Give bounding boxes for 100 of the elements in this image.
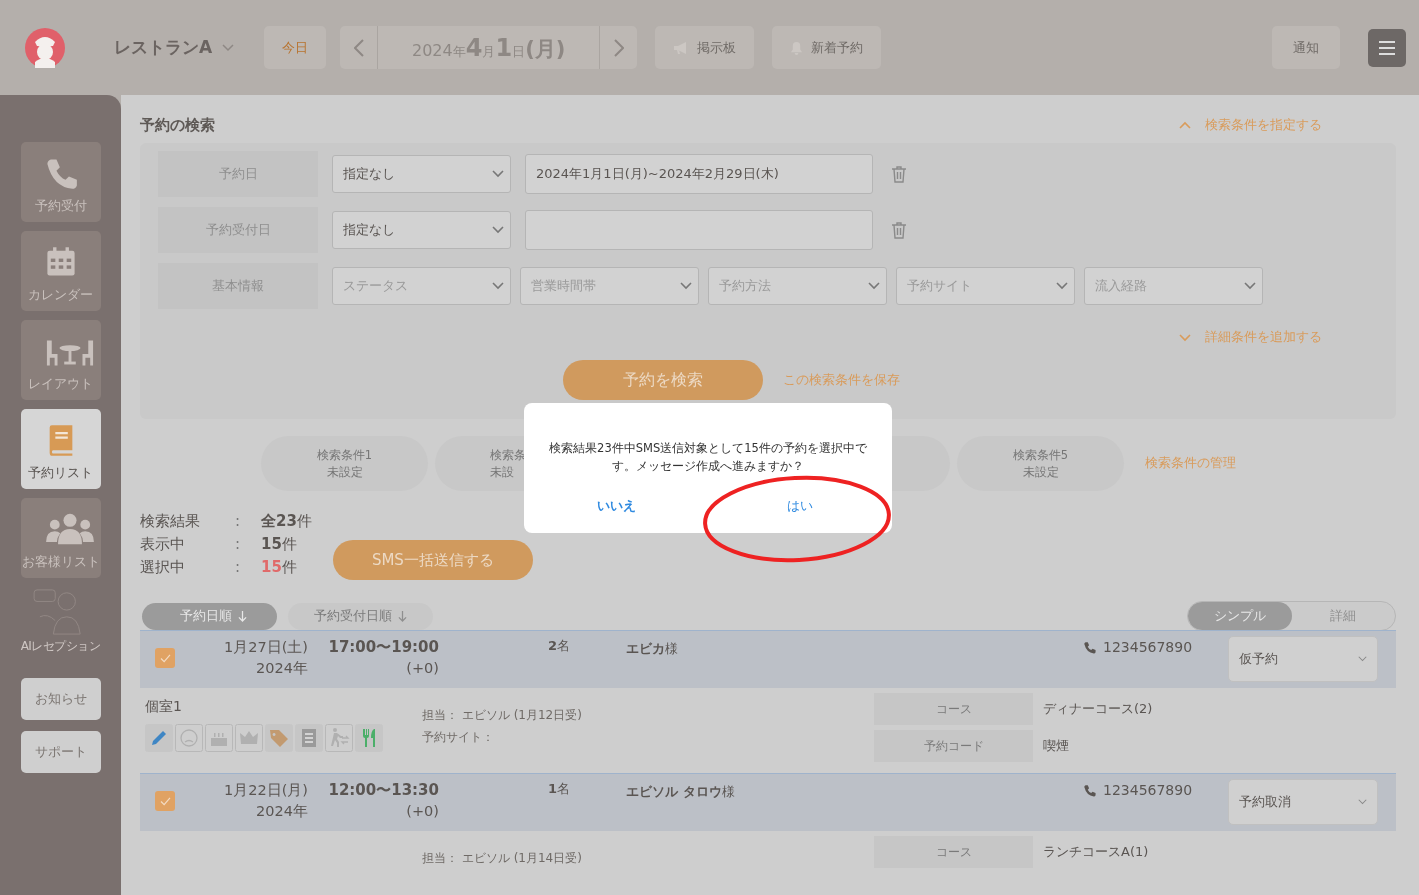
face-icon[interactable] bbox=[175, 724, 203, 752]
select-field[interactable]: 指定なし bbox=[332, 155, 511, 193]
separator-text: : bbox=[235, 534, 242, 555]
saved-search-slot[interactable]: 検索条件1 未設定 bbox=[261, 436, 428, 491]
saved-search-slot[interactable]: 検索条件5 未設定 bbox=[957, 436, 1124, 491]
section-title: 予約の検索 bbox=[140, 115, 215, 135]
sidebar-item[interactable]: 予約受付 bbox=[20, 142, 101, 222]
caret-down-icon bbox=[868, 282, 880, 290]
date-text: 1月27日(土) bbox=[224, 638, 308, 657]
detail-label: コース bbox=[874, 693, 1033, 725]
separator-text: : bbox=[235, 511, 242, 532]
date-text: 1月22日(月) bbox=[224, 781, 308, 800]
checkbox[interactable] bbox=[155, 648, 175, 668]
caret-down-icon bbox=[1244, 282, 1256, 290]
phone-number: 1234567890 bbox=[1103, 782, 1193, 798]
staff-text: 担当： エビソル (1月12日受) bbox=[422, 707, 583, 724]
no-button[interactable]: いいえ bbox=[592, 491, 640, 521]
detail-label: 予約コード bbox=[874, 730, 1033, 762]
ai-reception-label: AIレセプション bbox=[20, 638, 101, 655]
checkmark-icon bbox=[159, 796, 171, 806]
pencil-icon[interactable] bbox=[145, 724, 173, 752]
logo-icon bbox=[25, 27, 65, 68]
caret-down-icon bbox=[492, 282, 504, 290]
staff-text: 担当： エビソル (1月14日受) bbox=[422, 850, 583, 867]
date-range-field[interactable] bbox=[525, 210, 873, 250]
caret-up-icon bbox=[1179, 121, 1191, 129]
caret-down-icon bbox=[1056, 282, 1068, 290]
caret-down-icon bbox=[492, 226, 504, 234]
view-tab[interactable]: シンプル bbox=[1188, 602, 1292, 630]
select-field[interactable]: 指定なし bbox=[332, 211, 511, 249]
result-label: 表示中 bbox=[140, 534, 186, 555]
caret-down-icon bbox=[680, 282, 692, 290]
detail-label: コース bbox=[874, 836, 1033, 868]
utensils-icon[interactable] bbox=[355, 724, 383, 752]
sort-button[interactable]: 予約日順 bbox=[142, 602, 277, 630]
arrow-down-icon bbox=[398, 610, 407, 622]
new-reservations-button[interactable]: 新着予約 bbox=[772, 26, 882, 69]
crown-icon[interactable] bbox=[235, 724, 263, 752]
notifications-button[interactable]: 通知 bbox=[1272, 26, 1340, 69]
yes-button[interactable]: はい bbox=[783, 491, 817, 521]
separator-text: : bbox=[235, 557, 242, 578]
sort-button[interactable]: 予約受付日順 bbox=[288, 602, 433, 630]
customer-name: エビカ様 bbox=[626, 641, 678, 656]
phone-icon bbox=[1083, 783, 1096, 797]
phone-icon bbox=[1083, 640, 1096, 654]
customer-name: エビソル タロウ様 bbox=[626, 784, 735, 799]
menu-button[interactable] bbox=[1368, 28, 1406, 67]
result-value: 15件 bbox=[261, 534, 298, 555]
result-value: 15件 bbox=[261, 557, 298, 578]
walk-icon[interactable] bbox=[325, 724, 353, 752]
chevron-down-icon[interactable] bbox=[222, 43, 235, 52]
chevron-left-icon bbox=[353, 38, 364, 57]
offset-text: (+0) bbox=[406, 802, 439, 821]
time-text: 12:00〜13:30 bbox=[328, 780, 439, 801]
manage-conditions-link[interactable]: 検索条件の管理 bbox=[1145, 455, 1236, 472]
save-conditions-link[interactable]: この検索条件を保存 bbox=[783, 371, 900, 389]
year-text: 2024年 bbox=[256, 659, 308, 678]
result-label: 検索結果 bbox=[140, 511, 201, 532]
memo-icon[interactable] bbox=[295, 724, 323, 752]
tag-icon[interactable] bbox=[265, 724, 293, 752]
search-button[interactable]: 予約を検索 bbox=[563, 360, 763, 400]
trash-icon[interactable] bbox=[891, 221, 907, 239]
detail-value: 喫煙 bbox=[1043, 737, 1069, 755]
specify-conditions-link[interactable]: 検索条件を指定する bbox=[1179, 116, 1396, 134]
year-text: 2024年 bbox=[256, 802, 308, 821]
sms-send-button[interactable]: SMS一括送信する bbox=[332, 540, 533, 580]
result-label: 選択中 bbox=[140, 557, 186, 578]
sidebar-button[interactable]: お知らせ bbox=[20, 678, 101, 720]
add-conditions-link[interactable]: 詳細条件を追加する bbox=[1179, 329, 1378, 346]
offset-text: (+0) bbox=[406, 659, 439, 678]
restaurant-name[interactable]: レストランA bbox=[114, 36, 213, 59]
sidebar-item[interactable]: レイアウト bbox=[20, 320, 101, 400]
caret-down-icon bbox=[1358, 799, 1367, 805]
phone-number: 1234567890 bbox=[1103, 639, 1193, 655]
arrow-down-icon bbox=[238, 610, 247, 622]
caret-down-icon bbox=[492, 170, 504, 178]
caret-down-icon bbox=[1358, 656, 1367, 662]
bulletin-board-button[interactable]: 掲示板 bbox=[655, 26, 755, 69]
chevron-right-icon bbox=[613, 38, 624, 57]
status-select[interactable]: 仮予約 bbox=[1228, 636, 1378, 682]
date-range-field[interactable]: 2024年1月1日(月)~2024年2月29日(木) bbox=[525, 154, 873, 194]
view-tab[interactable]: 詳細 bbox=[1291, 602, 1395, 630]
menu-icon bbox=[1379, 40, 1395, 55]
today-button[interactable]: 今日 bbox=[264, 26, 327, 69]
result-value: 全23件 bbox=[261, 511, 312, 532]
sidebar-button[interactable]: サポート bbox=[20, 731, 101, 773]
party-size: 1名 bbox=[547, 781, 570, 796]
party-size: 2名 bbox=[547, 638, 570, 653]
sidebar-item[interactable]: 予約リスト bbox=[20, 409, 101, 489]
people-icon bbox=[44, 512, 95, 546]
checkbox[interactable] bbox=[155, 791, 175, 811]
site-text: 予約サイト： bbox=[422, 729, 495, 746]
checkmark-icon bbox=[159, 653, 171, 663]
detail-value: ランチコースA(1) bbox=[1043, 843, 1149, 861]
sidebar-item[interactable]: お客様リスト bbox=[20, 498, 101, 578]
detail-value: ディナーコース(2) bbox=[1043, 700, 1153, 718]
room-text: 個室1 bbox=[145, 698, 183, 716]
trash-icon[interactable] bbox=[891, 165, 907, 183]
status-select[interactable]: 予約取消 bbox=[1228, 779, 1378, 825]
cake-icon[interactable] bbox=[205, 724, 233, 752]
